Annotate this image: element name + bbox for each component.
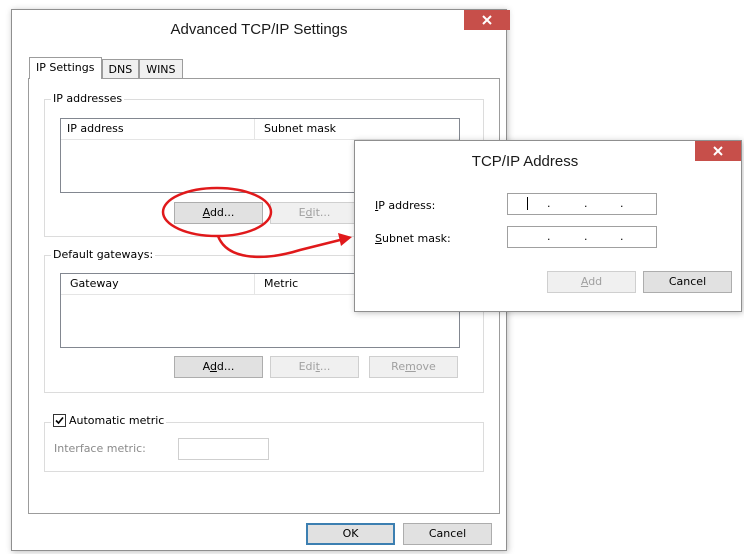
ok-button[interactable]: OK <box>306 523 395 545</box>
ip-addresses-legend: IP addresses <box>51 92 125 105</box>
close-button[interactable] <box>464 10 510 30</box>
column-metric[interactable]: Metric <box>264 274 298 294</box>
automatic-metric-checkbox[interactable] <box>53 414 66 427</box>
automatic-metric-legend: Automatic metric <box>51 414 167 427</box>
gateway-edit-button[interactable]: Edit... <box>270 356 359 378</box>
address-add-button[interactable]: Add <box>547 271 636 293</box>
default-gateways-legend: Default gateways: <box>51 248 156 261</box>
column-ip-address[interactable]: IP address <box>67 119 124 139</box>
ip-add-button[interactable]: Add... <box>174 202 263 224</box>
address-cancel-button[interactable]: Cancel <box>643 271 732 293</box>
close-icon <box>713 146 723 156</box>
address-dialog-title: TCP/IP Address <box>471 153 579 170</box>
gateway-remove-button[interactable]: Remove <box>369 356 458 378</box>
text-cursor <box>527 197 528 210</box>
tab-wins[interactable]: WINS <box>139 59 183 79</box>
automatic-metric-label: Automatic metric <box>69 414 165 427</box>
dialog-title: Advanced TCP/IP Settings <box>170 21 348 38</box>
close-icon <box>482 15 492 25</box>
subnet-mask-input[interactable]: . . . <box>507 226 657 248</box>
column-gateway[interactable]: Gateway <box>70 274 119 294</box>
tab-ip-settings[interactable]: IP Settings <box>29 57 102 79</box>
tab-dns[interactable]: DNS <box>101 59 140 79</box>
gateway-add-button[interactable]: Add... <box>174 356 263 378</box>
interface-metric-label: Interface metric: <box>54 442 146 455</box>
interface-metric-input[interactable] <box>178 438 269 460</box>
cancel-button[interactable]: Cancel <box>403 523 492 545</box>
ip-address-input[interactable]: . . . <box>507 193 657 215</box>
ip-address-field-label: IP address: <box>375 199 436 212</box>
ip-address-list-header: IP address Subnet mask <box>61 119 459 140</box>
address-close-button[interactable] <box>695 141 741 161</box>
ip-edit-button[interactable]: Edit... <box>270 202 359 224</box>
checkmark-icon <box>55 416 64 425</box>
column-subnet-mask[interactable]: Subnet mask <box>264 119 336 139</box>
subnet-mask-field-label: Subnet mask: <box>375 232 451 245</box>
tcpip-address-dialog: TCP/IP Address IP address: . . . Subnet … <box>354 140 742 312</box>
